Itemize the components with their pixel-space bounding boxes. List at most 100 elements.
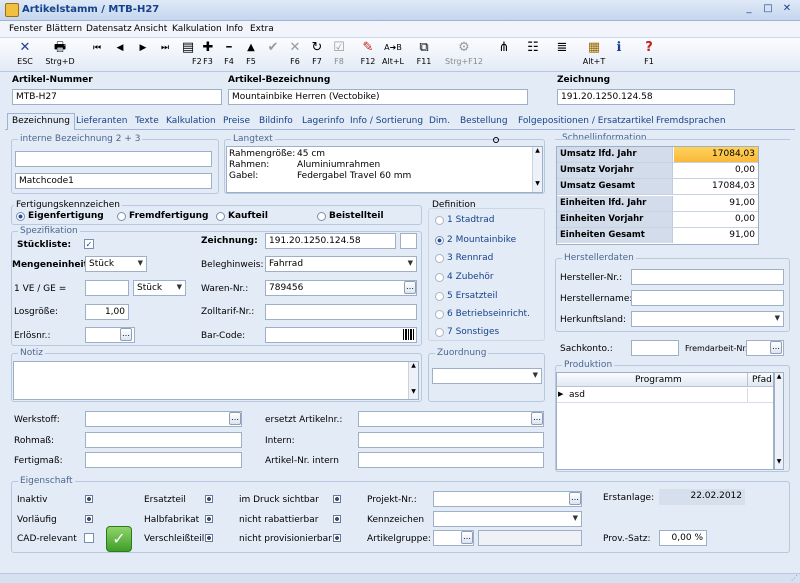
zeichnung-extra-input[interactable]	[400, 233, 417, 249]
im-druck-sichtbar-checkbox[interactable]	[333, 495, 341, 503]
verschleissteil-checkbox[interactable]	[205, 534, 213, 542]
tab-folgepositionen[interactable]: Folgepositionen / Ersatzartikel	[518, 116, 654, 126]
halbfabrikat-checkbox[interactable]	[205, 515, 213, 523]
tab-lagerinfo[interactable]: Lagerinfo	[302, 116, 344, 126]
radio-zubehoer[interactable]	[435, 273, 444, 282]
nicht-provisionierbar-checkbox[interactable]	[333, 534, 341, 542]
langtext-scrollbar[interactable]: ▲ ▼	[532, 147, 542, 192]
herkunftsland-select[interactable]: ▼	[631, 311, 784, 327]
zuordnung-select[interactable]: ▼	[432, 368, 542, 384]
table-row[interactable]: ▶ asd	[557, 388, 773, 403]
langtext-textarea[interactable]: Rahmengröße: 45 cm Rahmen: Aluminiumrahmen…	[226, 146, 543, 193]
radio-beistellteil[interactable]	[317, 212, 326, 221]
tab-bezeichnung[interactable]: Bezeichnung	[7, 113, 75, 130]
minimize-button[interactable]: _	[741, 2, 757, 17]
losgroesse-input[interactable]: 1,00	[85, 304, 129, 320]
vorlaeufig-checkbox[interactable]	[85, 515, 93, 523]
intern-input[interactable]	[358, 432, 544, 448]
radio-eigenfertigung[interactable]	[16, 212, 25, 221]
tab-bestellung[interactable]: Bestellung	[460, 116, 508, 126]
ve-ge-input[interactable]	[85, 280, 129, 296]
list-button[interactable]: ☷	[524, 39, 542, 71]
tab-lieferanten[interactable]: Lieferanten	[76, 116, 127, 126]
warennr-input[interactable]: 789456	[265, 280, 417, 296]
menu-info[interactable]: Info	[226, 24, 243, 34]
table-button[interactable]: ▦ Alt+T	[580, 39, 608, 71]
zeichnung-input[interactable]: 191.20.1250.124.58	[265, 233, 396, 249]
radio-fremdfertigung[interactable]	[117, 212, 126, 221]
kennzeichen-select[interactable]: ▼	[433, 511, 582, 527]
tab-kalkulation[interactable]: Kalkulation	[166, 116, 216, 126]
beleghinweis-select[interactable]: Fahrrad ▼	[265, 256, 417, 272]
f5-button[interactable]: ▲ F5	[243, 39, 259, 71]
new-record-button[interactable]: ✚ F3	[200, 39, 216, 71]
inaktiv-checkbox[interactable]	[85, 495, 93, 503]
menu-blaettern[interactable]: Blättern	[46, 24, 82, 34]
f2-button[interactable]: ▤ F2	[178, 39, 202, 71]
pfad-column-header[interactable]: Pfad	[752, 375, 772, 385]
first-record-button[interactable]: ⏮	[88, 39, 106, 71]
hersteller-nr-input[interactable]	[631, 269, 784, 285]
settings-button[interactable]: ⚙ Strg+F12	[444, 39, 484, 71]
tab-texte[interactable]: Texte	[135, 116, 159, 126]
projekt-nr-input[interactable]	[433, 491, 582, 507]
herstellername-input[interactable]	[631, 290, 784, 306]
tab-bildinfo[interactable]: Bildinfo	[259, 116, 293, 126]
close-window-button[interactable]: ✕	[779, 2, 795, 17]
maximize-button[interactable]: □	[760, 2, 776, 17]
tab-preise[interactable]: Preise	[223, 116, 250, 126]
matchcode-input[interactable]: Matchcode1	[15, 173, 212, 189]
info-button[interactable]: ℹ	[611, 39, 627, 71]
stueckliste-checkbox[interactable]: ✓	[84, 239, 94, 249]
tab-dim[interactable]: Dim.	[429, 116, 450, 126]
artikelgruppe-lookup-button[interactable]: …	[461, 531, 473, 544]
menu-fenster[interactable]: Fenster	[9, 24, 42, 34]
fertigmass-input[interactable]	[85, 452, 242, 468]
erloesnr-lookup-button[interactable]: …	[120, 328, 132, 341]
cancel-button[interactable]: ✕ F6	[287, 39, 303, 71]
radio-sonstiges[interactable]	[435, 328, 444, 337]
ok-check-icon[interactable]: ✓	[106, 526, 132, 552]
radio-mountainbike[interactable]	[435, 236, 444, 245]
menu-kalkulation[interactable]: Kalkulation	[172, 24, 222, 34]
f8-button[interactable]: ☑ F8	[331, 39, 347, 71]
zolltarif-input[interactable]	[265, 304, 417, 320]
prov-satz-input[interactable]: 0,00 %	[659, 530, 707, 546]
rohmass-input[interactable]	[85, 432, 242, 448]
radio-kaufteil[interactable]	[216, 212, 225, 221]
last-record-button[interactable]: ⏭	[156, 39, 174, 71]
copy-ab-button[interactable]: A➜B Alt+L	[380, 39, 406, 71]
edit-button[interactable]: ✎ F12	[357, 39, 379, 71]
artikel-nr-intern-input[interactable]	[358, 452, 544, 468]
projekt-lookup-button[interactable]: …	[569, 492, 581, 505]
werkstoff-input[interactable]	[85, 411, 242, 427]
radio-rennrad[interactable]	[435, 254, 444, 263]
fremdarbeit-lookup-button[interactable]: …	[770, 341, 782, 354]
barcode-input[interactable]	[265, 327, 417, 343]
ersetzt-lookup-button[interactable]: …	[531, 412, 543, 425]
next-record-button[interactable]: ▶	[134, 39, 152, 71]
esc-button[interactable]: ✕ ESC	[10, 39, 40, 71]
werkstoff-lookup-button[interactable]: …	[229, 412, 241, 425]
tab-fremdsprachen[interactable]: Fremdsprachen	[656, 116, 726, 126]
notiz-scrollbar[interactable]: ▲ ▼	[408, 362, 418, 399]
artikel-bezeichnung-input[interactable]: Mountainbike Herren (Vectobike)	[228, 89, 528, 105]
previous-record-button[interactable]: ◀	[111, 39, 129, 71]
sachkonto-input[interactable]	[631, 340, 679, 356]
print-button[interactable]: 🖶 Strg+D	[44, 39, 76, 71]
programm-column-header[interactable]: Programm	[635, 375, 682, 385]
confirm-button[interactable]: ✔	[265, 39, 281, 71]
duplicate-button[interactable]: ⧉ F11	[413, 39, 435, 71]
menu-datensatz[interactable]: Datensatz	[86, 24, 132, 34]
help-button[interactable]: ? F1	[640, 39, 658, 71]
ersetzt-artikelnr-input[interactable]	[358, 411, 544, 427]
ersatzteil-checkbox[interactable]	[205, 495, 213, 503]
notiz-textarea[interactable]: ▲ ▼	[13, 361, 419, 400]
delete-record-button[interactable]: ━ F4	[221, 39, 237, 71]
mengeneinheit-select[interactable]: Stück ▼	[85, 256, 147, 272]
zeichnung-header-input[interactable]: 191.20.1250.124.58	[557, 89, 735, 105]
interne-bezeichnung-2-input[interactable]	[15, 151, 212, 167]
resize-grip-icon[interactable]: ⋰	[791, 574, 798, 582]
nicht-rabattierbar-checkbox[interactable]	[333, 515, 341, 523]
radio-stadtrad[interactable]	[435, 216, 444, 225]
